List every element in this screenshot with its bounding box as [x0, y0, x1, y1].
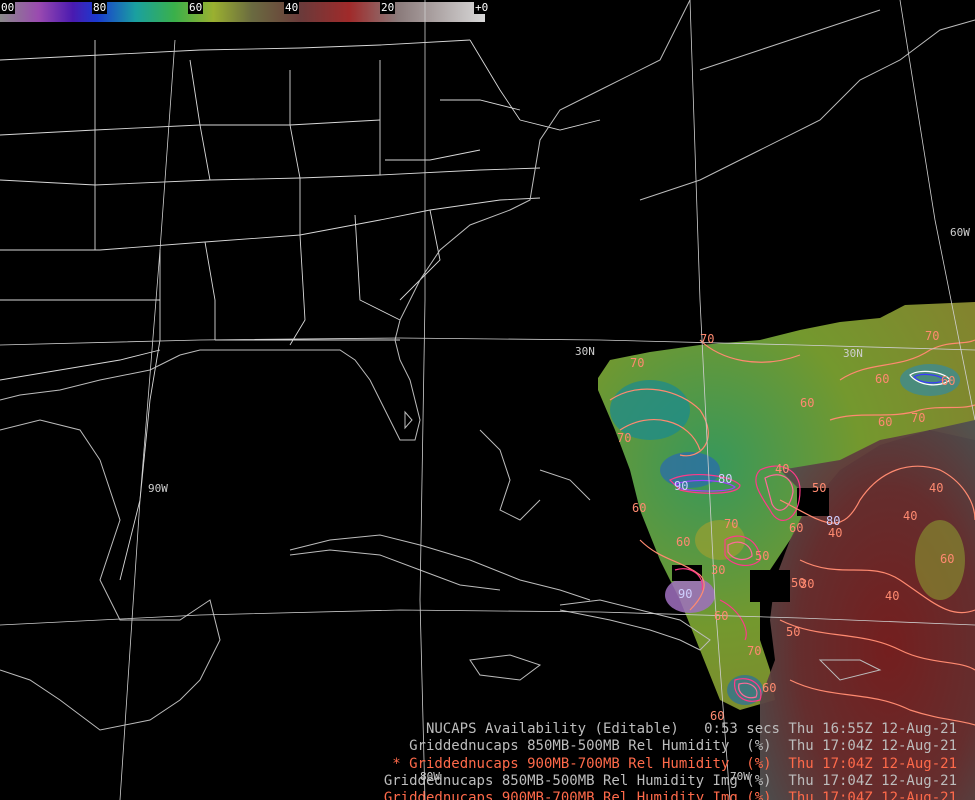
- map-display[interactable]: 30N 30N 90W 60W 80W 70W 70 70 60 70 60 60 70 80…: [0, 0, 975, 800]
- contour-label: 90: [678, 587, 692, 601]
- map-canvas[interactable]: 30N 30N 90W 60W 80W 70W 7070607060607080…: [0, 0, 975, 800]
- colorbar-label-3: 40: [284, 1, 300, 14]
- legend-date: Thu 17:04Z 12-Aug-21: [788, 790, 957, 800]
- contour-label: 40: [828, 526, 842, 540]
- contour-label: 90: [674, 479, 688, 493]
- contour-label: 40: [929, 481, 943, 495]
- grid-label-30n-a: 30N: [575, 345, 595, 358]
- colorbar-label-4: 20: [380, 1, 396, 14]
- colorbar-label-2: 60: [188, 1, 204, 14]
- grid-label-90w: 90W: [148, 482, 168, 495]
- contour-label: 70: [617, 431, 631, 445]
- colorbar-label-5: +0: [474, 1, 490, 14]
- contour-label: 60: [800, 396, 814, 410]
- colorbar: [0, 2, 485, 22]
- legend-name: Griddednucaps 900MB-700MB Rel Humidity I…: [383, 790, 772, 800]
- contour-label: 50: [755, 549, 769, 563]
- contour-label: 70: [724, 517, 738, 531]
- grid-label-60w: 60W: [950, 226, 970, 239]
- contour-label: 60: [875, 372, 889, 386]
- contour-label: 60: [714, 609, 728, 623]
- contour-label: 50: [812, 481, 826, 495]
- contour-label: 70: [925, 329, 939, 343]
- contour-label: 70: [747, 644, 761, 658]
- colorbar-label-0: 00: [0, 1, 16, 14]
- contour-label: 60: [940, 552, 954, 566]
- contour-label: 70: [630, 356, 644, 370]
- contour-label: 60: [676, 535, 690, 549]
- contour-label: 60: [941, 374, 955, 388]
- colorbar-label-1: 80: [92, 1, 108, 14]
- contour-label: 60: [878, 415, 892, 429]
- contour-label: 30: [711, 563, 725, 577]
- legend-line-4[interactable]: Griddednucaps 900MB-700MB Rel Humidity I…: [333, 773, 957, 800]
- contour-label: 80: [718, 472, 732, 486]
- contour-label: 70: [911, 411, 925, 425]
- contour-label: 50: [786, 625, 800, 639]
- contour-label: 40: [885, 589, 899, 603]
- contour-label: 60: [632, 501, 646, 515]
- contour-label: 70: [700, 332, 714, 346]
- contour-label: 60: [762, 681, 776, 695]
- contour-label: 40: [775, 462, 789, 476]
- contour-label: 60: [789, 521, 803, 535]
- contour-label: 30: [800, 577, 814, 591]
- political-boundaries: [0, 39, 601, 581]
- grid-label-30n-b: 30N: [843, 347, 863, 360]
- contour-label: 40: [903, 509, 917, 523]
- product-legend: NUCAPS Availability (Editable) 0:53 secs…: [0, 700, 975, 800]
